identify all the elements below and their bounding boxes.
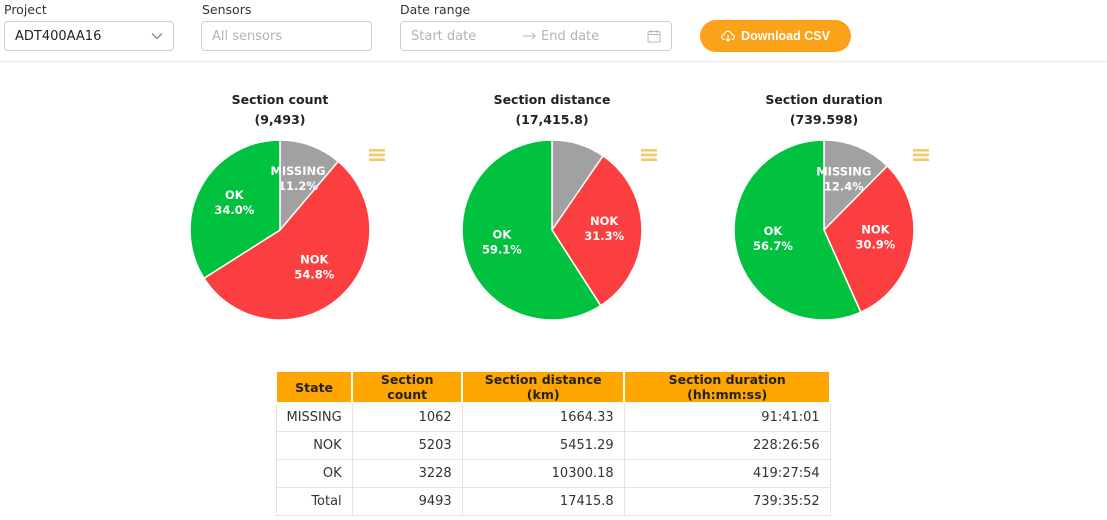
arrow-right-icon <box>519 32 541 40</box>
cell-distance: 5451.29 <box>461 430 625 460</box>
table-row: MISSING 1062 1664.33 91:41:01 <box>275 402 831 432</box>
date-range-label: Date range <box>400 2 471 17</box>
pie-label-missing: MISSING 11.2% <box>270 164 325 193</box>
sensors-placeholder: All sensors <box>212 28 283 44</box>
cell-duration: 739:35:52 <box>623 486 831 516</box>
chart-section-distance: Section distance (17,415.8) NOK 31.3% OK 59… <box>422 90 682 330</box>
table-header-row: State Section count Section distance (km… <box>274 370 832 404</box>
cell-distance: 1664.33 <box>461 402 625 432</box>
cell-count: 5203 <box>351 430 463 460</box>
cell-duration: 91:41:01 <box>623 402 831 432</box>
pie-chart: MISSING 12.4%NOK 30.9%OK 56.7% <box>733 139 915 321</box>
table-row: NOK 5203 5451.29 228:26:56 <box>275 430 831 460</box>
hamburger-icon <box>641 149 657 161</box>
cell-distance: 17415.8 <box>461 486 625 516</box>
cell-state: OK <box>275 458 353 488</box>
cell-state: Total <box>275 486 353 516</box>
header-state: State <box>274 370 354 404</box>
chevron-down-icon <box>151 32 163 40</box>
chart-section-count: Section count (9,493) MISSING 11.2% NOK 54.… <box>150 90 410 330</box>
summary-table: State Section count Section distance (km… <box>274 370 832 516</box>
chart-section-duration: Section duration (739.598) MISSING 12.4% N… <box>694 90 954 330</box>
end-date-input[interactable]: End date <box>541 29 647 44</box>
chart-menu-button[interactable] <box>912 147 930 163</box>
chart-menu-button[interactable] <box>368 147 386 163</box>
cell-duration: 419:27:54 <box>623 458 831 488</box>
header-section-duration: Section duration (hh:mm:ss) <box>623 370 832 404</box>
cell-count: 3228 <box>351 458 463 488</box>
cell-duration: 228:26:56 <box>623 430 831 460</box>
sensors-input[interactable]: All sensors <box>201 21 372 51</box>
project-label: Project <box>4 2 47 17</box>
sensors-label: Sensors <box>202 2 252 17</box>
cell-distance: 10300.18 <box>461 458 625 488</box>
filters-bar: Project ADT400AA16 Sensors All sensors D… <box>0 0 1107 62</box>
cell-state: MISSING <box>275 402 353 432</box>
download-csv-label: Download CSV <box>741 29 830 43</box>
cell-count: 9493 <box>351 486 463 516</box>
project-select[interactable]: ADT400AA16 <box>4 21 174 51</box>
chart-menu-button[interactable] <box>640 147 658 163</box>
date-range-picker[interactable]: Start date End date <box>400 21 672 51</box>
calendar-icon[interactable] <box>647 29 661 43</box>
table-row: OK 3228 10300.18 419:27:54 <box>275 458 831 488</box>
start-date-input[interactable]: Start date <box>411 29 519 44</box>
header-section-count: Section count <box>351 370 464 404</box>
pie-label-missing: MISSING 12.4% <box>816 165 871 194</box>
table-row: Total 9493 17415.8 739:35:52 <box>275 486 831 516</box>
hamburger-icon <box>913 149 929 161</box>
cell-count: 1062 <box>351 402 463 432</box>
hamburger-icon <box>369 149 385 161</box>
pie-chart: NOK 31.3%OK 59.1% <box>461 139 643 321</box>
cloud-download-icon <box>721 30 735 42</box>
cell-state: NOK <box>275 430 353 460</box>
project-value: ADT400AA16 <box>15 28 102 44</box>
pie-chart: MISSING 11.2%NOK 54.8%OK 34.0% <box>189 139 371 321</box>
download-csv-button[interactable]: Download CSV <box>700 20 851 52</box>
header-section-distance: Section distance (km) <box>461 370 626 404</box>
